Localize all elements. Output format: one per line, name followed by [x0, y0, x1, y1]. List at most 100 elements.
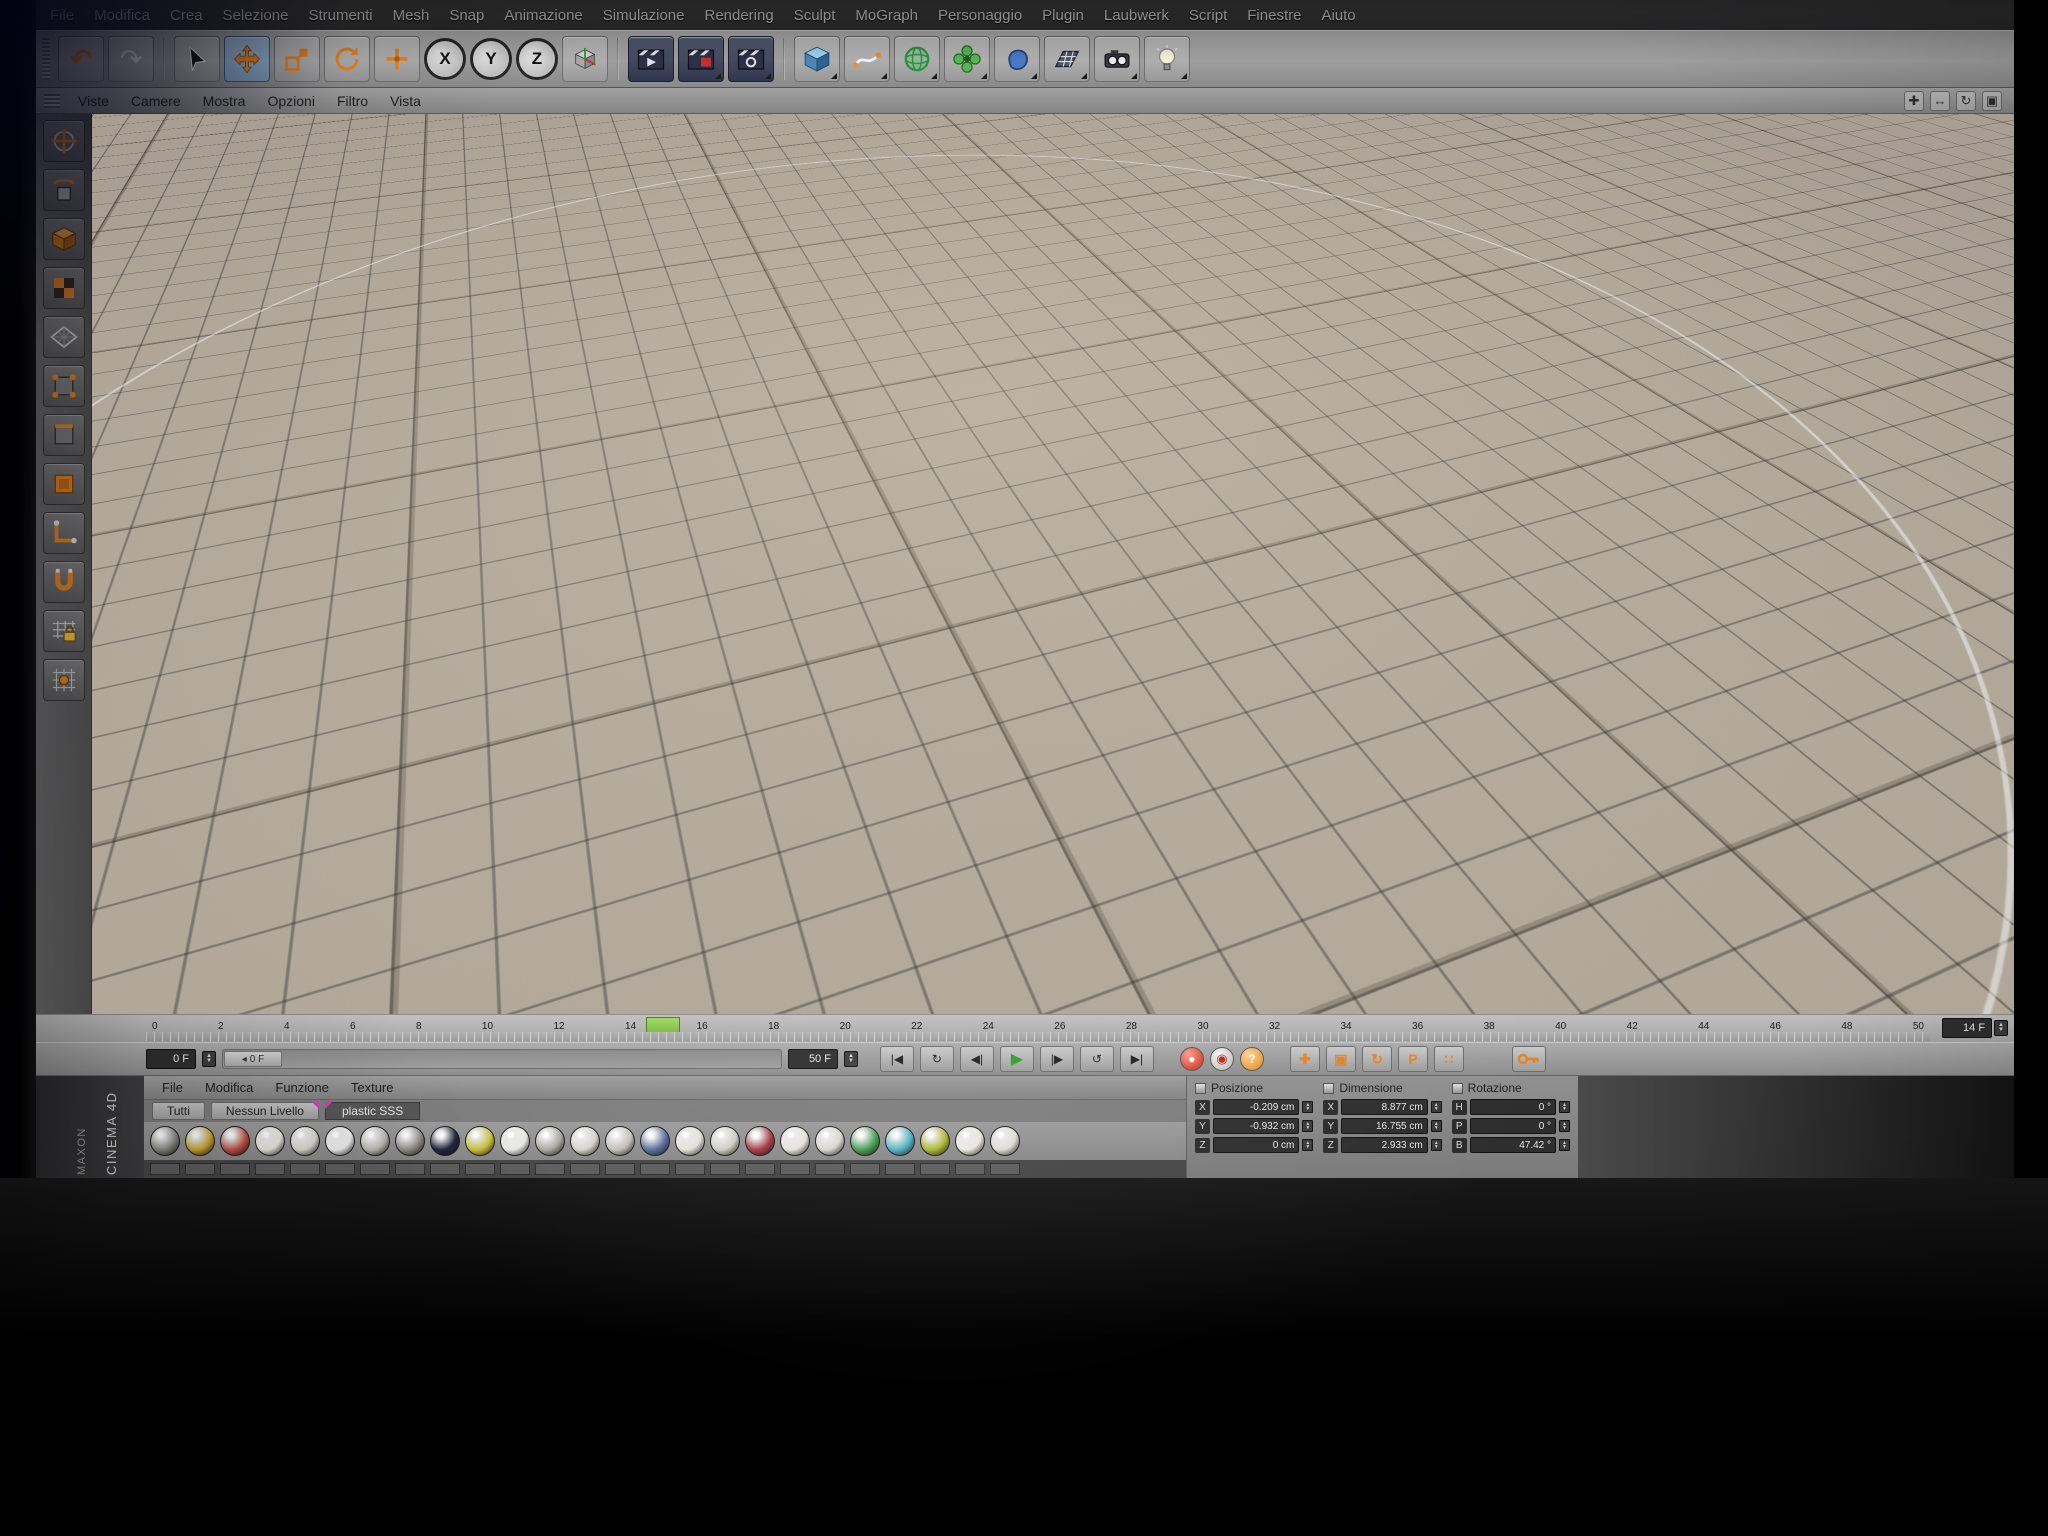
- material-menu-funzione[interactable]: Funzione: [265, 1080, 338, 1095]
- menu-item-strumenti[interactable]: Strumenti: [298, 7, 382, 24]
- lock-z-axis-button[interactable]: Z: [516, 38, 558, 80]
- next-frame-button[interactable]: |▶: [1040, 1046, 1074, 1072]
- material-swatch[interactable]: [570, 1126, 600, 1156]
- live-selection-tool[interactable]: [174, 36, 220, 82]
- coordinate-system-button[interactable]: [562, 36, 608, 82]
- undo-button[interactable]: ↶: [58, 36, 104, 82]
- menu-item-animazione[interactable]: Animazione: [494, 7, 592, 24]
- material-swatch[interactable]: [850, 1126, 880, 1156]
- vp-menu-viste[interactable]: Viste: [68, 93, 119, 109]
- vp-menu-camere[interactable]: Camere: [121, 93, 191, 109]
- render-settings-button[interactable]: [728, 36, 774, 82]
- record-scale-toggle[interactable]: ▣: [1326, 1046, 1356, 1072]
- material-swatch[interactable]: [675, 1126, 705, 1156]
- rotation-p-stepper[interactable]: ▲▼: [1559, 1120, 1570, 1132]
- current-frame-stepper[interactable]: ▲▼: [1994, 1020, 2008, 1036]
- menu-item-script[interactable]: Script: [1179, 7, 1237, 24]
- lock-x-axis-button[interactable]: X: [424, 38, 466, 80]
- size-x-stepper[interactable]: ▲▼: [1431, 1101, 1442, 1113]
- material-swatch[interactable]: [465, 1126, 495, 1156]
- record-rotation-toggle[interactable]: ↻: [1362, 1046, 1392, 1072]
- add-modifier-button[interactable]: [944, 36, 990, 82]
- menu-item-simulazione[interactable]: Simulazione: [593, 7, 695, 24]
- texture-mode-button[interactable]: [43, 267, 85, 309]
- material-swatch[interactable]: [815, 1126, 845, 1156]
- vp-menu-opzioni[interactable]: Opzioni: [257, 93, 324, 109]
- render-region-button[interactable]: [678, 36, 724, 82]
- snapping-button[interactable]: [43, 659, 85, 701]
- menu-item-selezione[interactable]: Selezione: [213, 7, 299, 24]
- vp-menu-mostra[interactable]: Mostra: [193, 93, 256, 109]
- add-spline-button[interactable]: [844, 36, 890, 82]
- record-keyframe-button[interactable]: ●: [1180, 1047, 1204, 1071]
- goto-start-button[interactable]: |◀: [880, 1046, 914, 1072]
- menu-item-snap[interactable]: Snap: [439, 7, 494, 24]
- material-menu-modifica[interactable]: Modifica: [195, 1080, 263, 1095]
- make-editable-button[interactable]: [43, 169, 85, 211]
- ruler-track[interactable]: 0 2 4 6 8 10 12 14 16 18 20 22 24 26 28 …: [146, 1015, 1930, 1042]
- scale-tool[interactable]: [274, 36, 320, 82]
- material-swatch[interactable]: [290, 1126, 320, 1156]
- start-frame-stepper[interactable]: ▲▼: [202, 1051, 216, 1067]
- material-swatch[interactable]: [500, 1126, 530, 1156]
- play-backwards-button[interactable]: ↻: [920, 1046, 954, 1072]
- autokey-button[interactable]: ◉: [1210, 1047, 1234, 1071]
- add-camera-button[interactable]: [1094, 36, 1140, 82]
- edges-mode-button[interactable]: [43, 414, 85, 456]
- material-swatch[interactable]: [220, 1126, 250, 1156]
- size-y-stepper[interactable]: ▲▼: [1431, 1120, 1442, 1132]
- position-y-stepper[interactable]: ▲▼: [1302, 1120, 1313, 1132]
- material-swatch[interactable]: [780, 1126, 810, 1156]
- pan-view-icon[interactable]: ✚: [1904, 91, 1924, 111]
- lock-y-axis-button[interactable]: Y: [470, 38, 512, 80]
- rotation-b-stepper[interactable]: ▲▼: [1559, 1139, 1570, 1151]
- add-light-button[interactable]: [1144, 36, 1190, 82]
- record-position-toggle[interactable]: ✚: [1290, 1046, 1320, 1072]
- menu-item-mesh[interactable]: Mesh: [383, 7, 440, 24]
- rotation-p-field[interactable]: 0 °: [1470, 1118, 1556, 1134]
- menu-item-aiuto[interactable]: Aiuto: [1311, 7, 1365, 24]
- position-x-field[interactable]: -0.209 cm: [1213, 1099, 1299, 1115]
- filter-tab-livello[interactable]: Nessun Livello: [211, 1102, 319, 1120]
- keyframe-selection-button[interactable]: [1512, 1046, 1546, 1072]
- add-primitive-button[interactable]: [794, 36, 840, 82]
- vp-menu-vista[interactable]: Vista: [380, 93, 431, 109]
- position-z-stepper[interactable]: ▲▼: [1302, 1139, 1313, 1151]
- position-x-stepper[interactable]: ▲▼: [1302, 1101, 1313, 1113]
- add-environment-button[interactable]: [1044, 36, 1090, 82]
- position-y-field[interactable]: -0.932 cm: [1213, 1118, 1299, 1134]
- material-swatch[interactable]: [325, 1126, 355, 1156]
- material-swatch[interactable]: [885, 1126, 915, 1156]
- magnet-tool-button[interactable]: [43, 561, 85, 603]
- start-frame-field[interactable]: 0 F: [146, 1049, 196, 1069]
- polygons-mode-button[interactable]: [43, 463, 85, 505]
- range-slider-handle[interactable]: ◂0 F: [224, 1051, 282, 1067]
- material-swatch[interactable]: [185, 1126, 215, 1156]
- zoom-view-icon[interactable]: ↔: [1930, 91, 1950, 111]
- add-deformer-button[interactable]: [994, 36, 1040, 82]
- timeline-ruler[interactable]: 0 2 4 6 8 10 12 14 16 18 20 22 24 26 28 …: [36, 1014, 2014, 1042]
- menu-item-rendering[interactable]: Rendering: [694, 7, 783, 24]
- lock-workplane-button[interactable]: [43, 610, 85, 652]
- material-swatch[interactable]: [430, 1126, 460, 1156]
- material-menu-texture[interactable]: Texture: [341, 1080, 404, 1095]
- menu-item-finestre[interactable]: Finestre: [1237, 7, 1311, 24]
- material-swatch[interactable]: [920, 1126, 950, 1156]
- size-z-stepper[interactable]: ▲▼: [1431, 1139, 1442, 1151]
- material-swatch[interactable]: [640, 1126, 670, 1156]
- size-z-field[interactable]: 2.933 cm: [1341, 1137, 1427, 1153]
- play-button[interactable]: ▶: [1000, 1046, 1034, 1072]
- material-swatch[interactable]: [990, 1126, 1020, 1156]
- redo-button[interactable]: ↷: [108, 36, 154, 82]
- previous-frame-button[interactable]: ◀|: [960, 1046, 994, 1072]
- material-swatch[interactable]: [955, 1126, 985, 1156]
- material-swatch[interactable]: [535, 1126, 565, 1156]
- keyframe-help-button[interactable]: ?: [1240, 1047, 1264, 1071]
- render-view-button[interactable]: [628, 36, 674, 82]
- material-swatch[interactable]: [150, 1126, 180, 1156]
- material-swatch[interactable]: [395, 1126, 425, 1156]
- world-axis-button[interactable]: [43, 120, 85, 162]
- current-frame-field[interactable]: 14 F: [1942, 1018, 1992, 1038]
- material-swatch[interactable]: [745, 1126, 775, 1156]
- vp-menu-filtro[interactable]: Filtro: [327, 93, 378, 109]
